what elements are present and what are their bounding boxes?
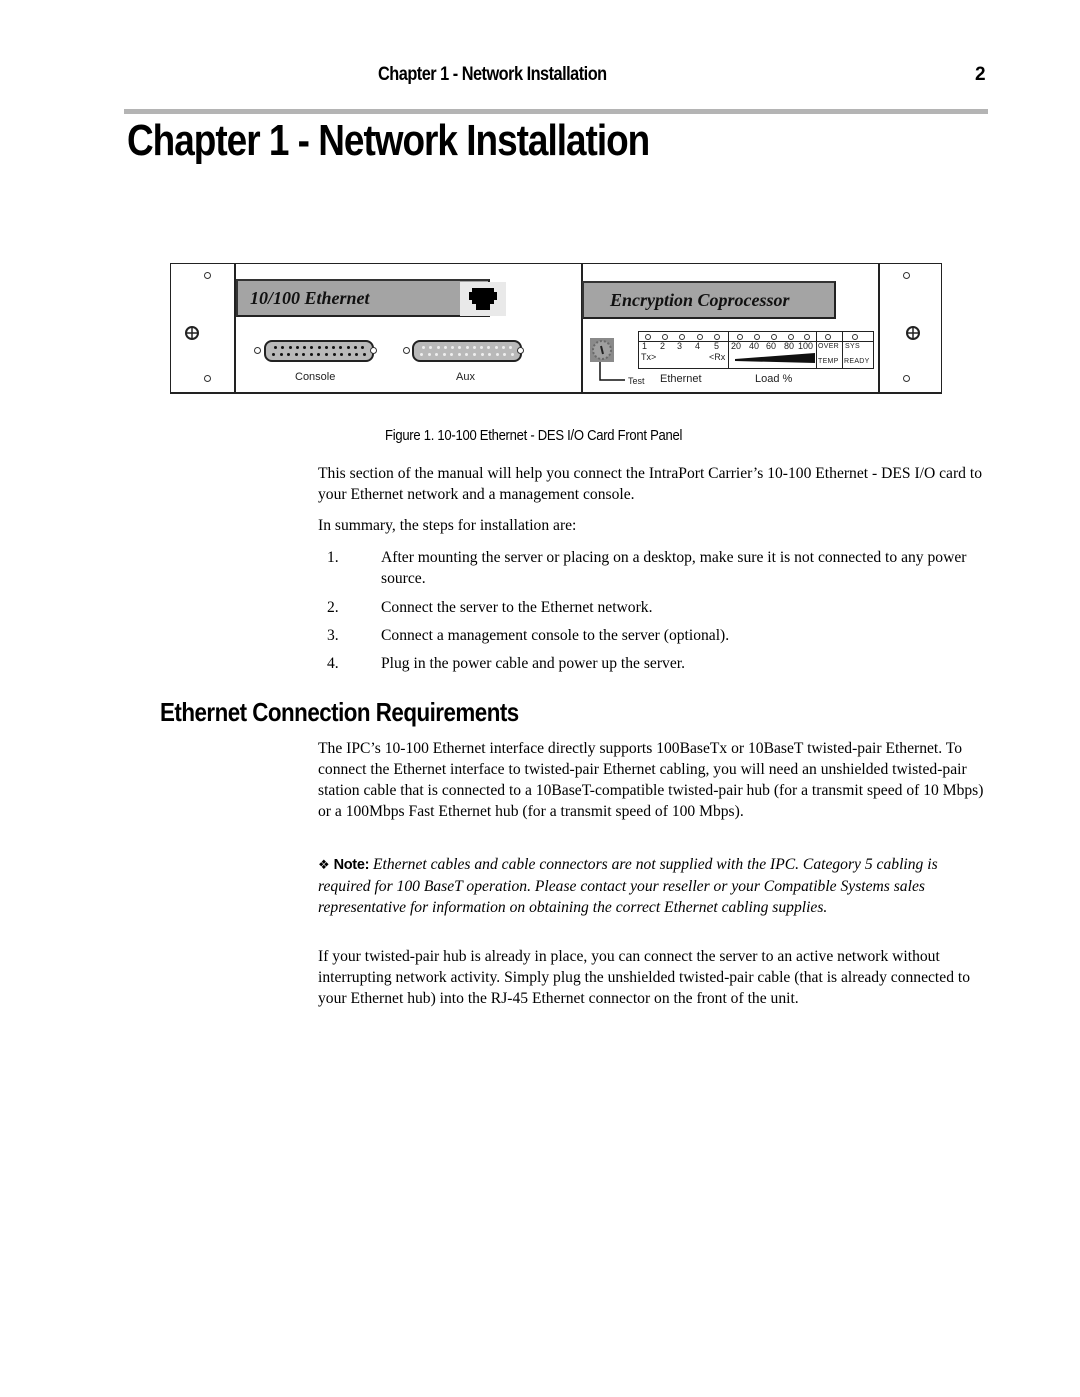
section-heading: Ethernet Connection Requirements bbox=[160, 697, 519, 727]
load-num: 60 bbox=[766, 341, 777, 351]
pin-row bbox=[272, 353, 366, 356]
ethernet-label: 10/100 Ethernet bbox=[250, 288, 370, 308]
screw-icon bbox=[906, 326, 920, 340]
test-leader-line bbox=[599, 362, 625, 381]
step-number: 3. bbox=[327, 627, 339, 644]
intro-paragraph: This section of the manual will help you… bbox=[318, 465, 982, 503]
encryption-label-bar: Encryption Coprocessor bbox=[582, 281, 836, 319]
led-num: 4 bbox=[695, 341, 701, 351]
pin-row bbox=[274, 346, 364, 349]
header-rule bbox=[124, 109, 988, 114]
connector-screw-hole bbox=[254, 347, 261, 354]
step-number: 4. bbox=[327, 655, 339, 672]
over-temp-label: OVER bbox=[818, 343, 840, 350]
step-text: Connect the server to the Ethernet netwo… bbox=[381, 599, 653, 616]
step-text: Plug in the power cable and power up the… bbox=[381, 655, 685, 672]
load-group-label: Load % bbox=[755, 373, 793, 385]
mount-hole bbox=[204, 272, 211, 279]
screw-icon bbox=[185, 326, 199, 340]
encryption-label: Encryption Coprocessor bbox=[610, 290, 790, 310]
mount-hole bbox=[903, 272, 910, 279]
chapter-title: Chapter 1 - Network Installation bbox=[127, 116, 650, 165]
step-text: After mounting the server or placing on … bbox=[381, 549, 967, 587]
note-text: Ethernet cables and cable connectors are… bbox=[318, 856, 938, 916]
load-num: 80 bbox=[784, 341, 795, 351]
note-label: Note: bbox=[333, 857, 370, 873]
load-num: 20 bbox=[731, 341, 742, 351]
led-num: 5 bbox=[714, 341, 720, 351]
rj45-port bbox=[460, 282, 506, 316]
sys-ready-label: READY bbox=[844, 358, 870, 365]
ethernet-label-bar: 10/100 Ethernet bbox=[236, 279, 506, 317]
step-number: 2. bbox=[327, 599, 339, 616]
rj45-port-icon bbox=[469, 288, 497, 310]
load-num: 40 bbox=[749, 341, 760, 351]
over-temp-label: TEMP bbox=[818, 358, 839, 365]
connector-screw-hole bbox=[370, 347, 377, 354]
load-ramp-graphic bbox=[735, 353, 815, 363]
page-number: 2 bbox=[975, 64, 986, 85]
connector-screw-hole bbox=[403, 347, 410, 354]
running-header-title: Chapter 1 - Network Installation bbox=[378, 64, 607, 85]
panel-divider bbox=[878, 263, 880, 393]
pin-row bbox=[422, 346, 512, 349]
led-num: 1 bbox=[642, 341, 648, 351]
front-panel-figure: 10/100 Ethernet Console Aux Encryption C… bbox=[170, 263, 942, 394]
diamond-bullet-icon: ❖ bbox=[318, 858, 330, 873]
load-num: 100 bbox=[798, 341, 814, 351]
summary-lead: In summary, the steps for installation a… bbox=[318, 517, 577, 534]
pin-row bbox=[420, 353, 514, 356]
aux-label: Aux bbox=[456, 371, 475, 383]
test-switch-icon bbox=[590, 338, 614, 362]
test-label: Test bbox=[628, 376, 645, 386]
step-number: 1. bbox=[327, 549, 339, 566]
rx-label: <Rx bbox=[709, 352, 726, 362]
figure-caption: Figure 1. 10-100 Ethernet - DES I/O Card… bbox=[385, 428, 683, 444]
note-block: ❖ Note: Ethernet cables and cable connec… bbox=[318, 854, 988, 918]
connector-screw-hole bbox=[517, 347, 524, 354]
aux-port bbox=[412, 340, 522, 362]
step-text: Connect a management console to the serv… bbox=[381, 627, 730, 644]
led-num: 3 bbox=[677, 341, 683, 351]
requirements-paragraph: The IPC’s 10-100 Ethernet interface dire… bbox=[318, 740, 984, 820]
ethernet-group-label: Ethernet bbox=[660, 373, 702, 385]
led-num: 2 bbox=[660, 341, 666, 351]
mount-hole bbox=[903, 375, 910, 382]
tx-label: Tx> bbox=[641, 352, 657, 362]
console-port bbox=[264, 340, 374, 362]
running-header: Chapter 1 - Network Installation 2 bbox=[0, 64, 1080, 90]
sys-ready-label: SYS bbox=[845, 343, 860, 350]
hub-paragraph: If your twisted-pair hub is already in p… bbox=[318, 948, 971, 1007]
mount-hole bbox=[204, 375, 211, 382]
console-label: Console bbox=[295, 371, 336, 383]
led-indicator-panel: 1 2 3 4 5 Tx> <Rx 20 40 60 80 100 OVER T… bbox=[638, 331, 874, 369]
led-sys-ready bbox=[852, 334, 858, 340]
